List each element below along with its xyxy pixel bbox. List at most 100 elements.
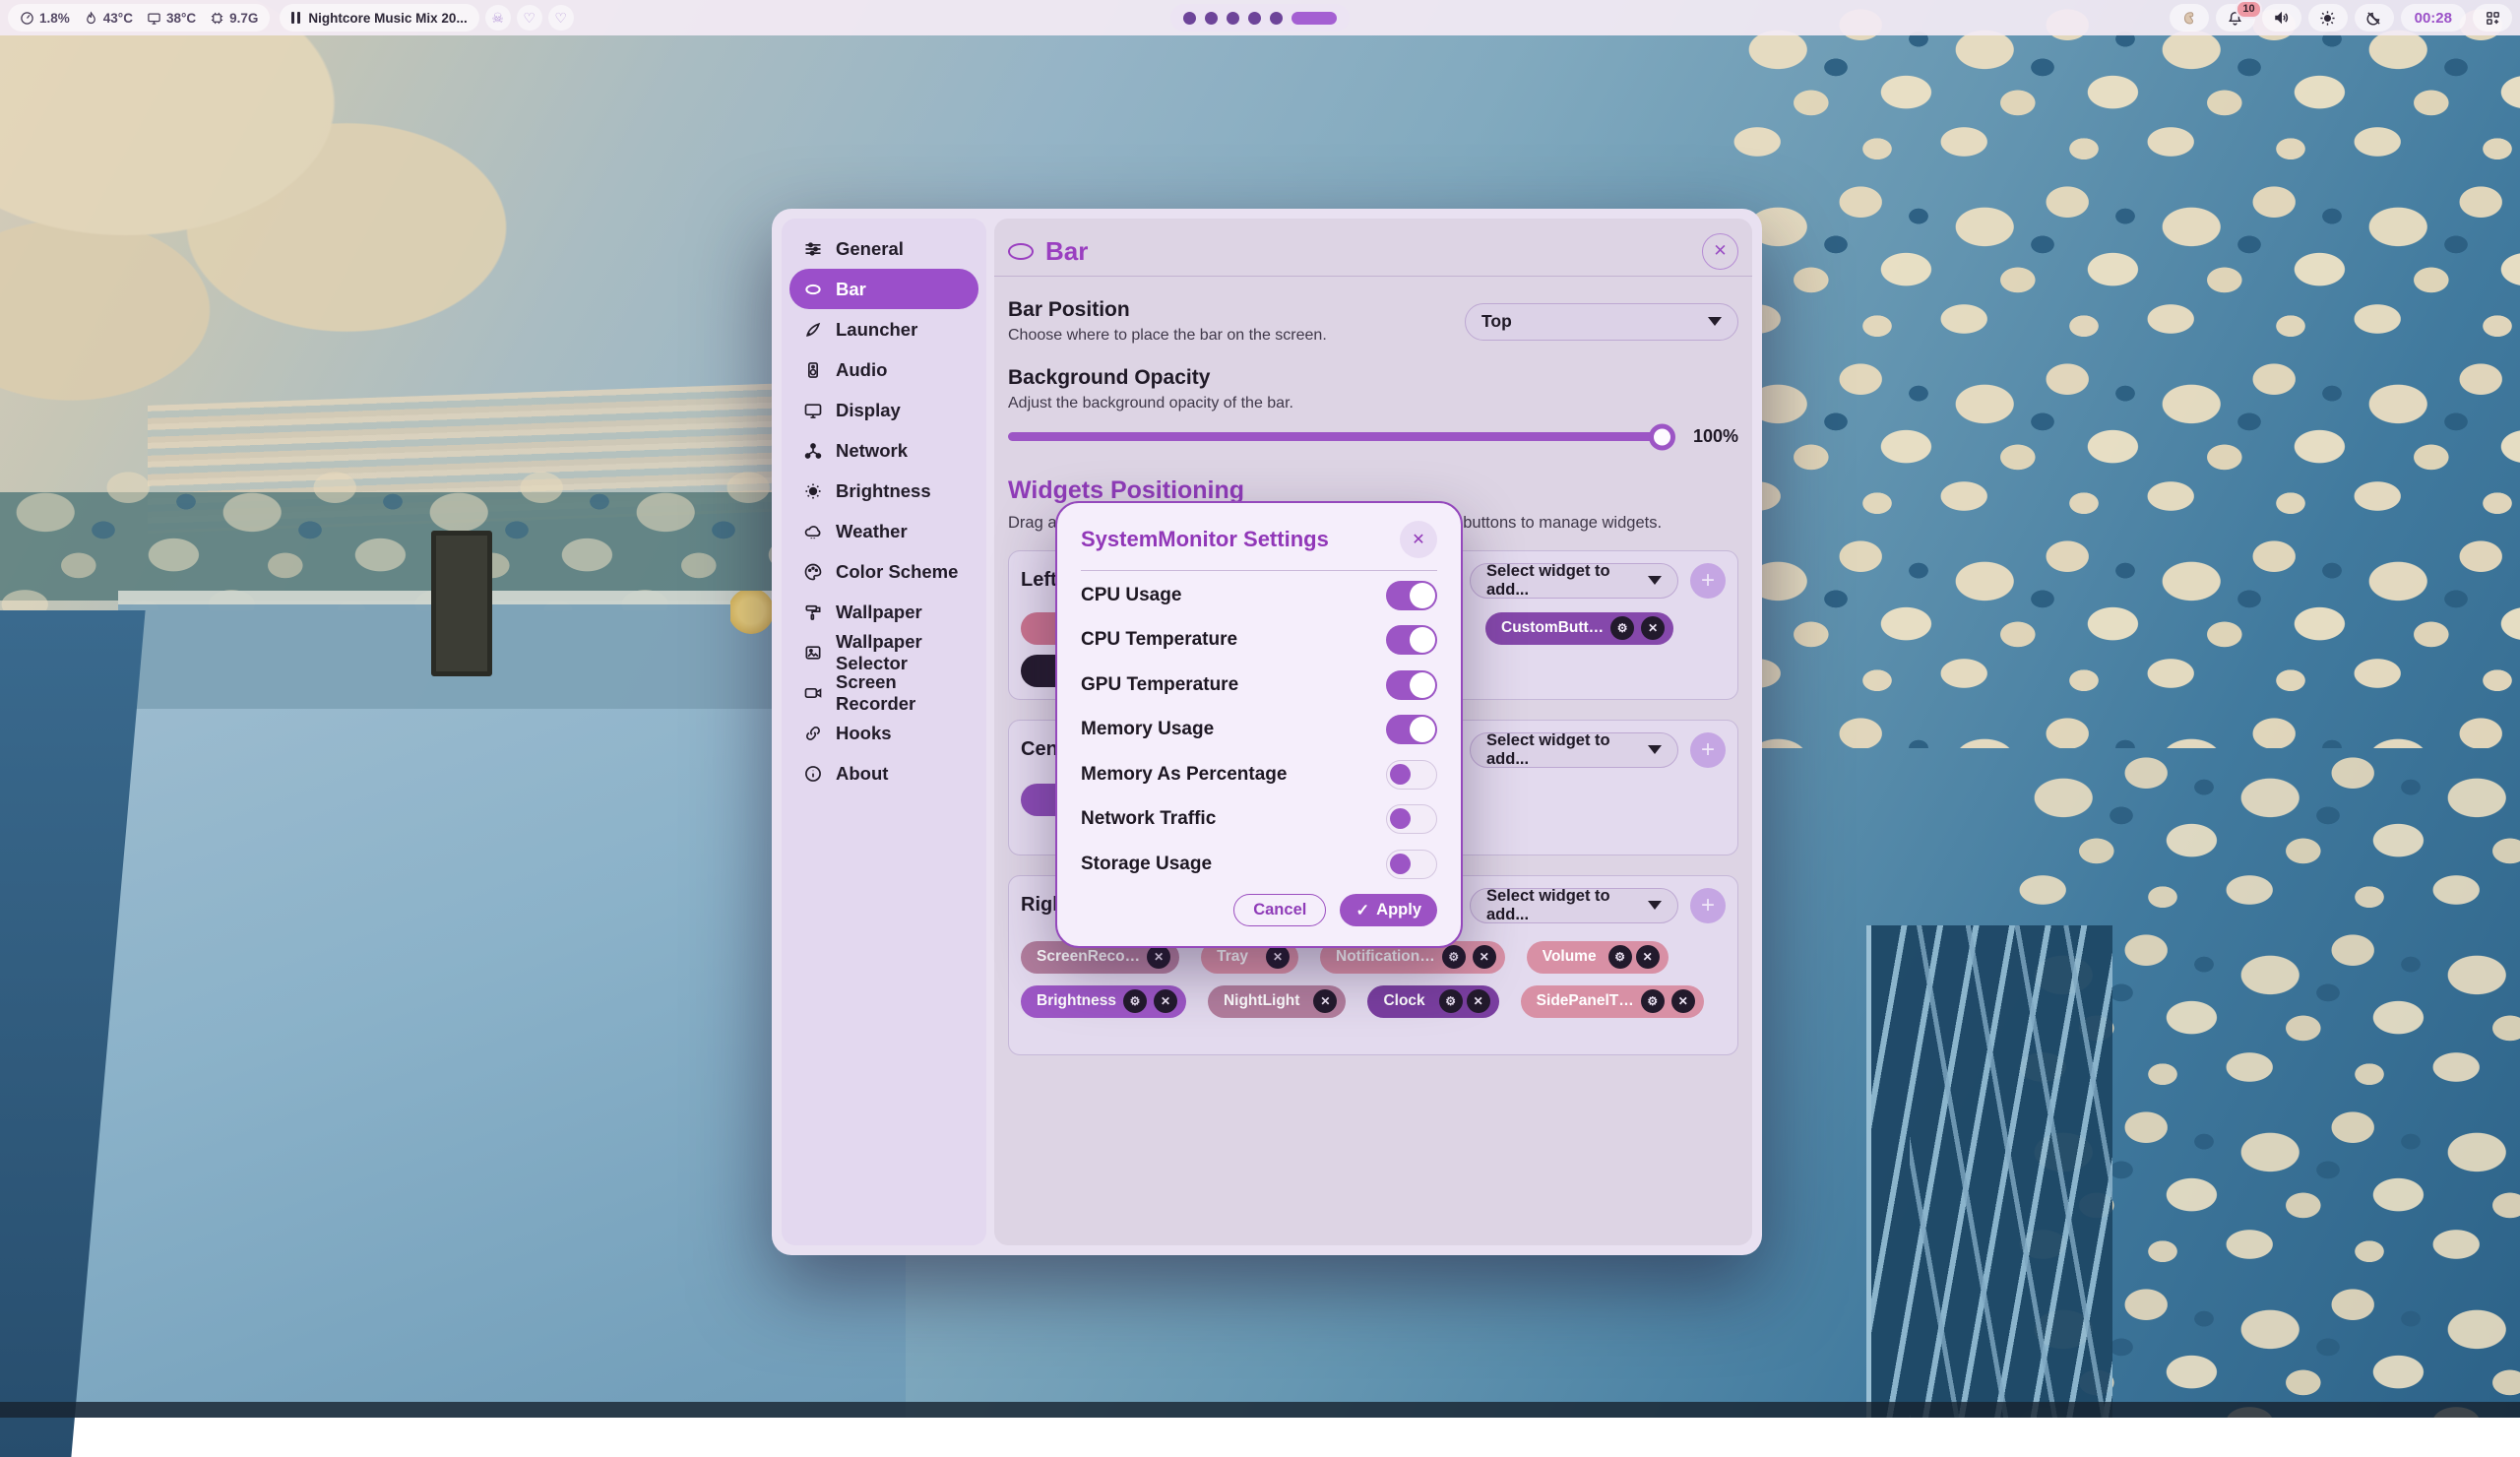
sidebar-item-general[interactable]: General	[789, 228, 978, 269]
sidebar-item-launcher[interactable]: Launcher	[789, 309, 978, 349]
sun-icon	[2319, 10, 2336, 27]
sidebar-item-hooks[interactable]: Hooks	[789, 713, 978, 753]
notifications-button[interactable]: 10	[2216, 4, 2255, 32]
storage-usage-toggle[interactable]	[1386, 850, 1437, 879]
bar-oval-icon	[1008, 243, 1034, 260]
slider-handle[interactable]	[1649, 423, 1675, 450]
toggle-row-cpu-usage: CPU Usage	[1081, 573, 1437, 618]
sidebar-item-wallpaper[interactable]: Wallpaper	[789, 592, 978, 632]
cancel-button[interactable]: Cancel	[1233, 894, 1326, 926]
chevron-down-icon	[1648, 745, 1662, 754]
memory-as-percentage-toggle[interactable]	[1386, 760, 1437, 790]
heart-icon[interactable]: ♡	[548, 5, 574, 31]
clock[interactable]: 00:28	[2401, 4, 2466, 32]
close-window-button[interactable]: ✕	[1702, 233, 1738, 270]
workspace-dot[interactable]	[1227, 12, 1239, 25]
workspace-dot[interactable]	[1270, 12, 1283, 25]
sun-icon	[803, 481, 823, 501]
bar-position-row: Bar Position Choose where to place the b…	[1008, 298, 1738, 345]
remove-icon[interactable]: ✕	[1671, 989, 1695, 1013]
sidebar-item-about[interactable]: About	[789, 753, 978, 793]
widget-chip[interactable]: CustomButt… ⚙ ✕	[1485, 612, 1673, 645]
gear-icon[interactable]: ⚙	[1610, 616, 1634, 640]
topbar-right: 10 00:28	[2170, 4, 2512, 32]
system-stats-pill[interactable]: 1.8% 43°C 38°C 9.7G	[8, 4, 270, 32]
widget-chip[interactable]: Clock ⚙ ✕	[1367, 985, 1498, 1018]
nightlight-button[interactable]	[2355, 4, 2394, 32]
rocket-icon	[803, 320, 823, 340]
sidebar-item-network[interactable]: Network	[789, 430, 978, 471]
settings-sidebar: General Bar Launcher Audio Display Netwo…	[782, 219, 986, 1245]
gpu-temperature-toggle[interactable]	[1386, 670, 1437, 700]
remove-icon[interactable]: ✕	[1641, 616, 1665, 640]
workspace-dot[interactable]	[1248, 12, 1261, 25]
link-icon	[803, 724, 823, 743]
sliders-icon	[803, 239, 823, 259]
volume-button[interactable]	[2262, 4, 2301, 32]
remove-icon[interactable]: ✕	[1154, 989, 1177, 1013]
remove-icon[interactable]: ✕	[1473, 945, 1496, 969]
workspace-dot[interactable]	[1205, 12, 1218, 25]
systemmonitor-settings-modal: SystemMonitor Settings ✕ CPU Usage CPU T…	[1055, 501, 1463, 948]
add-widget-dropdown[interactable]: Select widget to add...	[1470, 732, 1678, 768]
workspace-active-dot[interactable]	[1292, 12, 1337, 25]
gear-icon[interactable]: ⚙	[1123, 989, 1147, 1013]
sidebar-item-audio[interactable]: Audio	[789, 349, 978, 390]
widget-chip[interactable]: Brightness ⚙ ✕	[1021, 985, 1186, 1018]
remove-icon[interactable]: ✕	[1636, 945, 1660, 969]
add-widget-button[interactable]: +	[1690, 888, 1726, 923]
remove-icon[interactable]: ✕	[1266, 945, 1290, 969]
memory-usage-toggle[interactable]	[1386, 715, 1437, 744]
gear-icon[interactable]: ⚙	[1608, 945, 1632, 969]
dashboard-button[interactable]	[2473, 4, 2512, 32]
sidebar-item-color-scheme[interactable]: Color Scheme	[789, 551, 978, 592]
heart-icon[interactable]: ♡	[517, 5, 542, 31]
modal-header: SystemMonitor Settings ✕	[1081, 521, 1437, 558]
opacity-value: 100%	[1687, 426, 1738, 447]
widget-chip[interactable]: NightLight ✕	[1208, 985, 1346, 1018]
toggle-row-memory-usage: Memory Usage	[1081, 708, 1437, 753]
network-traffic-toggle[interactable]	[1386, 804, 1437, 834]
gpu-temp-stat: 38°C	[147, 11, 196, 26]
add-widget-dropdown[interactable]: Select widget to add...	[1470, 563, 1678, 599]
cpu-temperature-toggle[interactable]	[1386, 625, 1437, 655]
wallpaper-foliage	[1732, 0, 2520, 748]
speaker-box-icon	[803, 360, 823, 380]
remove-icon[interactable]: ✕	[1467, 989, 1490, 1013]
close-modal-button[interactable]: ✕	[1400, 521, 1437, 558]
toggle-row-cpu-temperature: CPU Temperature	[1081, 618, 1437, 664]
apply-button[interactable]: ✓ Apply	[1340, 894, 1437, 926]
remove-icon[interactable]: ✕	[1147, 945, 1170, 969]
tray-app-icon[interactable]	[2170, 4, 2209, 32]
remove-icon[interactable]: ✕	[1313, 989, 1337, 1013]
cpu-usage-toggle[interactable]	[1386, 581, 1437, 610]
workspaces-indicator[interactable]	[1170, 4, 1350, 32]
gear-icon[interactable]: ⚙	[1439, 989, 1463, 1013]
sidebar-item-weather[interactable]: Weather	[789, 511, 978, 551]
add-widget-button[interactable]: +	[1690, 563, 1726, 599]
sidebar-item-brightness[interactable]: Brightness	[789, 471, 978, 511]
skull-icon[interactable]: ☠	[485, 5, 511, 31]
sidebar-item-display[interactable]: Display	[789, 390, 978, 430]
check-icon: ✓	[1355, 901, 1369, 920]
setting-label: Background Opacity	[1008, 366, 1738, 390]
opacity-slider[interactable]	[1008, 432, 1673, 441]
bar-position-dropdown[interactable]: Top	[1465, 303, 1738, 341]
brightness-button[interactable]	[2308, 4, 2348, 32]
sidebar-item-wallpaper-selector[interactable]: Wallpaper Selector	[789, 632, 978, 672]
gear-icon[interactable]: ⚙	[1442, 945, 1466, 969]
notification-count-badge: 10	[2236, 0, 2261, 19]
wallpaper-shadow	[0, 1402, 2520, 1418]
sidebar-item-bar[interactable]: Bar	[789, 269, 978, 309]
modal-title: SystemMonitor Settings	[1081, 527, 1329, 552]
widget-chip[interactable]: SidePanelT… ⚙ ✕	[1521, 985, 1704, 1018]
add-widget-dropdown[interactable]: Select widget to add...	[1470, 888, 1678, 923]
widget-chip[interactable]: Volume ⚙ ✕	[1527, 941, 1669, 974]
speaker-icon	[2273, 9, 2291, 27]
gear-icon[interactable]: ⚙	[1641, 989, 1665, 1013]
wallpaper-railing	[1910, 925, 2112, 1418]
media-player-pill[interactable]: Nightcore Music Mix 20...	[280, 4, 478, 32]
add-widget-button[interactable]: +	[1690, 732, 1726, 768]
workspace-dot[interactable]	[1183, 12, 1196, 25]
sidebar-item-screen-recorder[interactable]: Screen Recorder	[789, 672, 978, 713]
